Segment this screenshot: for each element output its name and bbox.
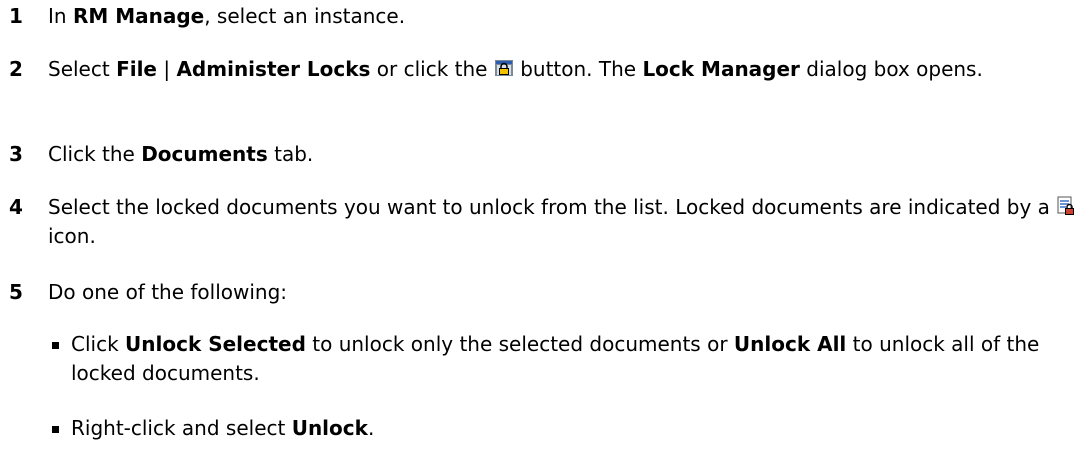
bullet-icon [52, 342, 59, 349]
step-text: Select File | Administer Locks or click … [48, 57, 983, 81]
dialog-term: Lock Manager [642, 57, 800, 81]
step-number: 3 [9, 142, 23, 166]
step-number: 5 [9, 280, 23, 304]
step-number: 4 [9, 195, 23, 219]
step-number: 2 [9, 57, 23, 81]
step-text: Click the Documents tab. [48, 142, 314, 166]
button-term: Unlock All [733, 332, 847, 356]
step-number: 1 [9, 4, 23, 28]
bullet-text: Click Unlock Selected to unlock only the… [71, 332, 1040, 385]
locked-document-icon [1056, 195, 1076, 215]
step-text: Select the locked documents you want to … [48, 193, 1090, 251]
ui-term: Documents [141, 142, 268, 166]
step-text: In RM Manage, select an instance. [48, 4, 406, 28]
ui-term: RM Manage [72, 4, 205, 28]
menu-term: Administer Locks [176, 57, 371, 81]
button-term: Unlock Selected [125, 332, 306, 356]
menu-term: Unlock [291, 416, 368, 440]
bullet-text: Right-click and select Unlock. [71, 416, 375, 440]
lock-manager-icon [494, 57, 514, 77]
menu-term: File [116, 57, 157, 81]
step-text: Do one of the following: [48, 280, 288, 304]
bullet-icon [52, 426, 59, 433]
